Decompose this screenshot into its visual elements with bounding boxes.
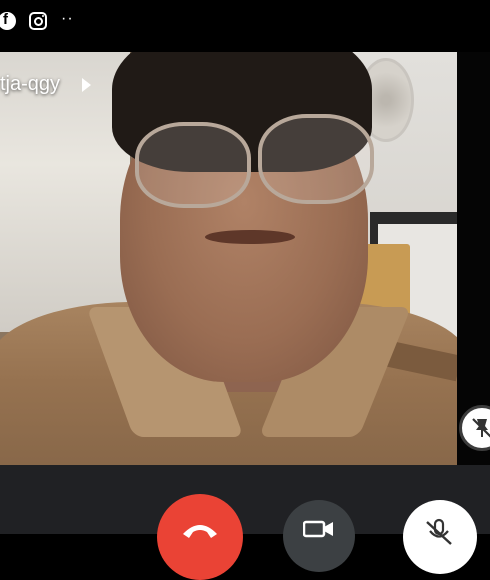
glasses-lens-left: [135, 122, 251, 208]
mic-off-icon: [426, 518, 452, 545]
side-strip: [457, 52, 490, 465]
glasses-lens-right: [258, 114, 374, 204]
participant-video[interactable]: [0, 52, 457, 465]
instagram-icon: [29, 12, 47, 30]
status-bar: f ··: [0, 0, 490, 44]
chevron-right-icon[interactable]: [82, 78, 91, 92]
phone-hangup-icon: [183, 525, 217, 538]
unpin-icon: [472, 418, 490, 438]
facebook-icon: f: [0, 11, 16, 30]
mouth: [205, 230, 295, 244]
video-camera-icon: [303, 520, 333, 538]
meeting-code[interactable]: tja-qgy: [0, 73, 60, 96]
end-call-button[interactable]: [157, 494, 243, 580]
camera-toggle-button[interactable]: [283, 500, 355, 572]
more-dots-icon: ··: [61, 10, 74, 27]
mic-toggle-button[interactable]: [403, 500, 477, 574]
